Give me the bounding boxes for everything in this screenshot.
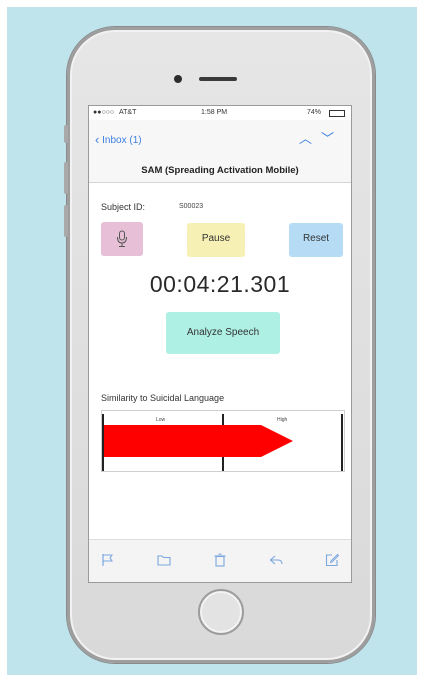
flag-icon[interactable] bbox=[101, 553, 115, 567]
front-camera bbox=[174, 75, 182, 83]
app-title: SAM (Spreading Activation Mobile) bbox=[141, 165, 299, 176]
subject-id-label: Subject ID: bbox=[101, 202, 146, 212]
home-button[interactable] bbox=[198, 589, 244, 635]
phone-screen: ●●○○○ AT&T 1:58 PM 74% ‹ Inbox (1) ︿﹀ SA… bbox=[88, 105, 352, 583]
carrier-label: AT&T bbox=[119, 109, 137, 116]
back-label: Inbox (1) bbox=[102, 135, 142, 146]
gauge-high-label: High bbox=[277, 417, 288, 423]
reset-button[interactable]: Reset bbox=[289, 223, 343, 257]
status-time: 1:58 PM bbox=[201, 109, 228, 116]
volume-up-button bbox=[64, 162, 68, 194]
battery-percent: 74% bbox=[307, 109, 322, 116]
gauge-right-boundary bbox=[341, 414, 343, 471]
compose-icon[interactable] bbox=[325, 553, 339, 567]
mail-toolbar bbox=[89, 539, 351, 582]
subject-id-value: S00023 bbox=[179, 203, 204, 210]
status-bar: ●●○○○ AT&T 1:58 PM 74% bbox=[89, 106, 351, 120]
volume-down-button bbox=[64, 205, 68, 237]
microphone-icon bbox=[117, 230, 127, 247]
similarity-bar-fill bbox=[104, 425, 261, 457]
similarity-bar-arrowhead bbox=[260, 425, 293, 457]
trash-icon[interactable] bbox=[213, 553, 227, 567]
mute-switch bbox=[64, 125, 68, 143]
chevron-left-icon: ‹ bbox=[95, 132, 100, 147]
signal-icon: ●●○○○ bbox=[93, 109, 115, 116]
similarity-label: Similarity to Suicidal Language bbox=[101, 393, 225, 403]
analyze-speech-button[interactable]: Analyze Speech bbox=[166, 312, 280, 354]
message-navigation: ︿﹀ bbox=[299, 128, 343, 147]
pause-button[interactable]: Pause bbox=[187, 223, 245, 257]
folder-icon[interactable] bbox=[157, 553, 171, 567]
chevron-down-icon[interactable]: ﹀ bbox=[321, 131, 343, 146]
battery-icon bbox=[329, 110, 345, 117]
gauge-low-label: Low bbox=[156, 417, 166, 423]
reply-icon[interactable] bbox=[269, 553, 283, 567]
earpiece-speaker bbox=[199, 77, 237, 81]
mail-nav-bar: ‹ Inbox (1) ︿﹀ SAM (Spreading Activation… bbox=[89, 120, 351, 183]
similarity-gauge: Low High bbox=[101, 410, 345, 472]
back-button[interactable]: ‹ Inbox (1) bbox=[95, 132, 142, 147]
record-button[interactable] bbox=[101, 222, 143, 256]
chevron-up-icon[interactable]: ︿ bbox=[299, 131, 321, 146]
elapsed-timer: 00:04:21.301 bbox=[149, 271, 291, 297]
